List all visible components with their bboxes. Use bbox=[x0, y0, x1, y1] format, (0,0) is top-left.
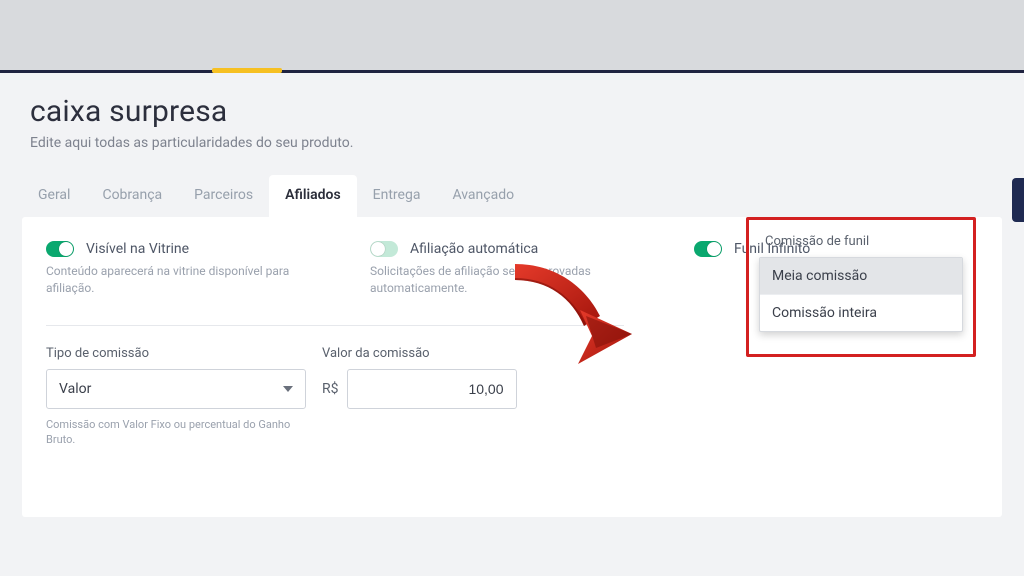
input-commission-value[interactable] bbox=[347, 369, 517, 409]
tab-geral[interactable]: Geral bbox=[22, 175, 86, 217]
tab-afiliados[interactable]: Afiliados bbox=[269, 175, 357, 217]
toggle-infinite-funnel[interactable] bbox=[694, 241, 722, 257]
toggle-visible-showcase[interactable] bbox=[46, 241, 74, 257]
tabs-bar: Geral Cobrança Parceiros Afiliados Entre… bbox=[0, 165, 1024, 217]
tab-avancado[interactable]: Avançado bbox=[436, 175, 530, 217]
label-visible-showcase: Visível na Vitrine bbox=[86, 241, 189, 257]
affiliates-card: Visível na Vitrine Conteúdo aparecerá na… bbox=[22, 217, 1002, 517]
section-divider bbox=[46, 325, 624, 326]
select-commission-type-value: Valor bbox=[59, 381, 91, 397]
select-commission-type[interactable]: Valor bbox=[46, 369, 306, 409]
currency-prefix: R$ bbox=[322, 381, 339, 397]
option-half-commission[interactable]: Meia comissão bbox=[760, 258, 962, 294]
option-full-commission[interactable]: Comissão inteira bbox=[760, 294, 962, 331]
toggle-auto-affiliation[interactable] bbox=[370, 241, 398, 257]
panel-accent-bar bbox=[212, 68, 282, 73]
label-commission-type: Tipo de comissão bbox=[46, 346, 306, 361]
tab-entrega[interactable]: Entrega bbox=[357, 175, 437, 217]
label-auto-affiliation: Afiliação automática bbox=[410, 241, 538, 257]
product-settings-panel: caixa surpresa Edite aqui todas as parti… bbox=[0, 70, 1024, 576]
chevron-down-icon bbox=[283, 386, 293, 392]
hint-commission-type: Comissão com Valor Fixo ou percentual do… bbox=[46, 417, 306, 448]
dropdown-funnel-commission[interactable]: Meia comissão Comissão inteira bbox=[759, 257, 963, 332]
label-commission-value: Valor da comissão bbox=[322, 346, 517, 361]
primary-action-button[interactable] bbox=[1012, 178, 1024, 222]
label-funnel-commission: Comissão de funil bbox=[765, 234, 961, 249]
page-subtitle: Edite aqui todas as particularidades do … bbox=[30, 135, 994, 151]
desc-auto-affiliation: Solicitações de afiliação serão aprovada… bbox=[370, 263, 650, 297]
panel-top-border bbox=[0, 70, 1024, 73]
tab-parceiros[interactable]: Parceiros bbox=[178, 175, 269, 217]
page-title: caixa surpresa bbox=[30, 94, 994, 129]
desc-visible-showcase: Conteúdo aparecerá na vitrine disponível… bbox=[46, 263, 326, 297]
tab-cobranca[interactable]: Cobrança bbox=[86, 175, 178, 217]
highlight-funnel-commission: Comissão de funil Meia comissão Comissão… bbox=[746, 217, 976, 357]
